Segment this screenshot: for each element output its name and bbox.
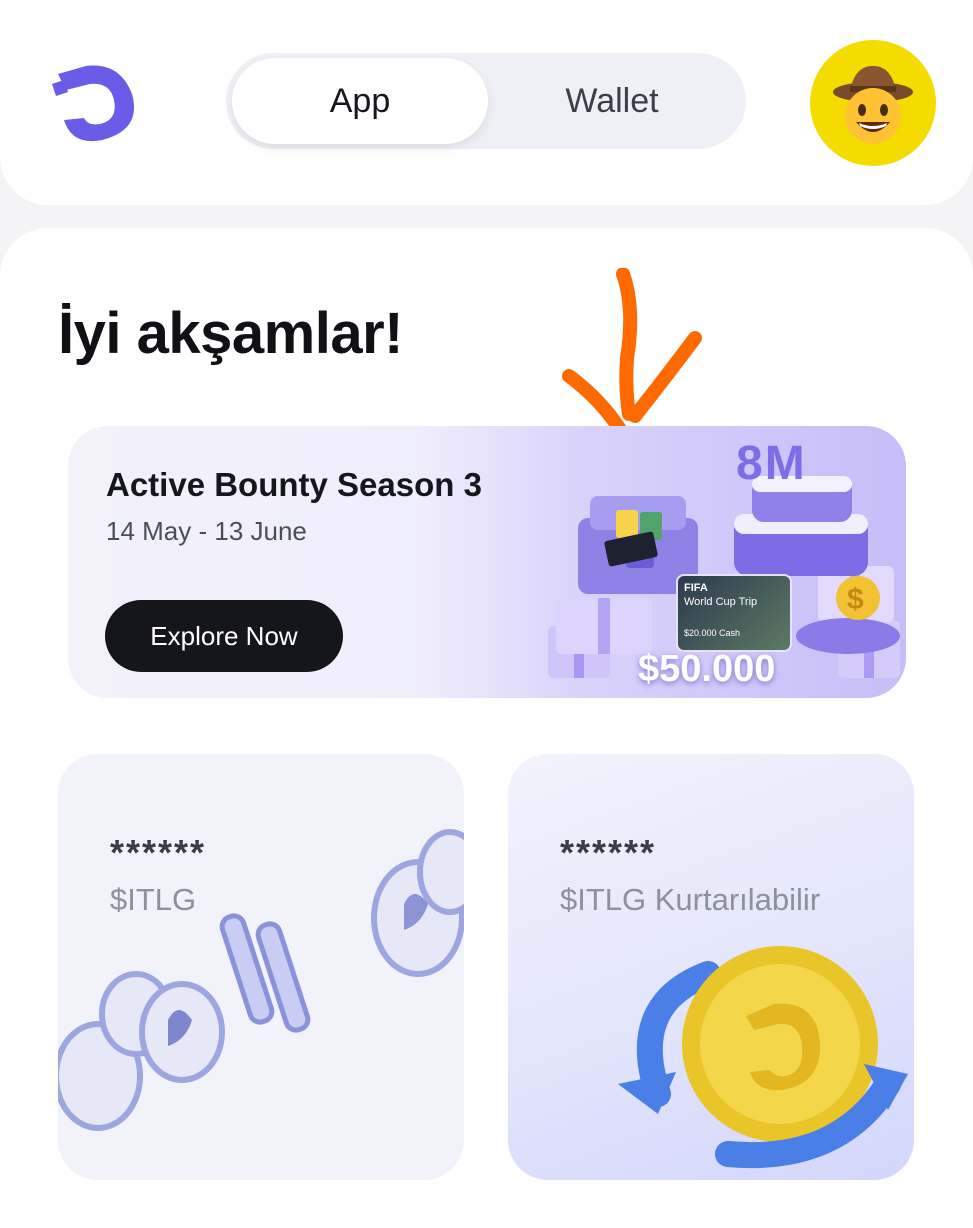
- tab-app[interactable]: App: [232, 58, 488, 144]
- svg-text:$: $: [847, 583, 864, 616]
- banner-title: Active Bounty Season 3: [106, 466, 482, 503]
- balance-card[interactable]: ****** $ITLG: [58, 754, 464, 1180]
- banner-art-headline: 8M: [736, 437, 807, 490]
- ticket-cash: $20.000 Cash: [684, 628, 741, 638]
- banner-dates: 14 May - 13 June: [106, 516, 307, 546]
- orange-hand-drawn-arrow-icon: [562, 268, 702, 435]
- tab-wallet-label: Wallet: [565, 81, 659, 120]
- tab-app-label: App: [329, 81, 391, 120]
- app-logo-icon[interactable]: [50, 60, 138, 144]
- gold-coin-refresh-icon: [618, 946, 908, 1169]
- top-header: App Wallet: [0, 0, 973, 205]
- cowboy-emoji-avatar-icon: [833, 66, 913, 144]
- ticket-title: FIFA: [684, 582, 708, 594]
- avatar[interactable]: [810, 40, 936, 166]
- prize-amount: $50.000: [638, 648, 776, 690]
- tab-wallet[interactable]: Wallet: [484, 58, 740, 144]
- recoverable-card[interactable]: ****** $ITLG Kurtarılabilir: [508, 754, 914, 1180]
- balance-label: $ITLG: [110, 882, 197, 917]
- explore-now-button[interactable]: Explore Now: [105, 600, 343, 672]
- ticket-subtitle: World Cup Trip: [684, 596, 758, 608]
- recoverable-amount: ******: [560, 832, 657, 873]
- balance-amount: ******: [110, 832, 207, 873]
- app-wallet-switcher: App Wallet: [226, 53, 746, 149]
- greeting-title: İyi akşamlar!: [58, 301, 403, 366]
- recoverable-label: $ITLG Kurtarılabilir: [560, 882, 821, 917]
- bounty-banner[interactable]: Active Bounty Season 3 14 May - 13 June …: [68, 426, 906, 698]
- fifa-ticket: FIFA World Cup Trip $20.000 Cash: [676, 574, 792, 652]
- silver-coins-icon: [58, 829, 464, 1131]
